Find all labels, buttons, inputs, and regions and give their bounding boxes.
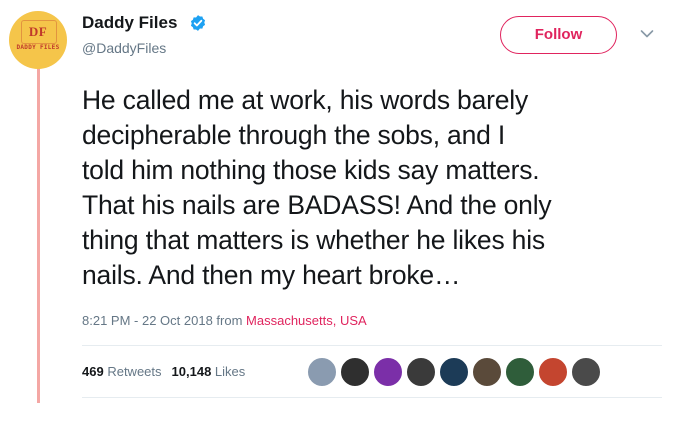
verified-badge-icon (190, 15, 206, 31)
liker-avatar[interactable] (439, 357, 469, 387)
tweet-line: That his nails are BADASS! And the only (82, 190, 552, 220)
avatar-logo-text: DF (28, 24, 48, 39)
tweet-metadata: 8:21 PM - 22 Oct 2018 from Massachusetts… (82, 313, 367, 328)
retweets-count: 469 (82, 364, 104, 379)
tweet-line: thing that matters is whether he likes h… (82, 225, 545, 255)
thread-line (37, 64, 40, 403)
likes-label: Likes (214, 364, 246, 379)
avatar-logo-subtext: DADDY FILES (16, 44, 60, 51)
liker-avatar[interactable] (373, 357, 403, 387)
tweet-text: He called me at work, his words barely d… (82, 83, 682, 293)
divider (82, 397, 662, 398)
author-handle[interactable]: @DaddyFiles (82, 40, 166, 56)
author-name[interactable]: Daddy Files (82, 13, 177, 33)
tweet-line: nails. And then my heart broke… (82, 260, 461, 290)
tweet-stats: 469 Retweets 10,148 Likes (82, 364, 245, 379)
divider (82, 345, 662, 346)
avatar[interactable]: DF DADDY FILES (9, 11, 67, 69)
liker-avatar[interactable] (406, 357, 436, 387)
likes-count: 10,148 (171, 364, 212, 379)
liker-avatar[interactable] (307, 357, 337, 387)
tweet-line: decipherable through the sobs, and I (82, 120, 505, 150)
likes-stat[interactable]: 10,148 Likes (172, 364, 246, 379)
retweets-stat[interactable]: 469 Retweets (82, 364, 162, 379)
tweet-timestamp[interactable]: 8:21 PM - 22 Oct 2018 from (82, 313, 246, 328)
follow-button[interactable]: Follow (500, 16, 617, 54)
liker-avatar[interactable] (571, 357, 601, 387)
liker-avatar[interactable] (505, 357, 535, 387)
tweet-location-link[interactable]: Massachusetts, USA (246, 313, 367, 328)
chevron-down-icon[interactable] (640, 29, 654, 39)
liker-avatar[interactable] (538, 357, 568, 387)
tweet-line: He called me at work, his words barely (82, 85, 529, 115)
liker-avatar[interactable] (340, 357, 370, 387)
retweets-label: Retweets (107, 364, 162, 379)
tweet-line: told him nothing those kids say matters. (82, 155, 540, 185)
liker-avatar[interactable] (472, 357, 502, 387)
